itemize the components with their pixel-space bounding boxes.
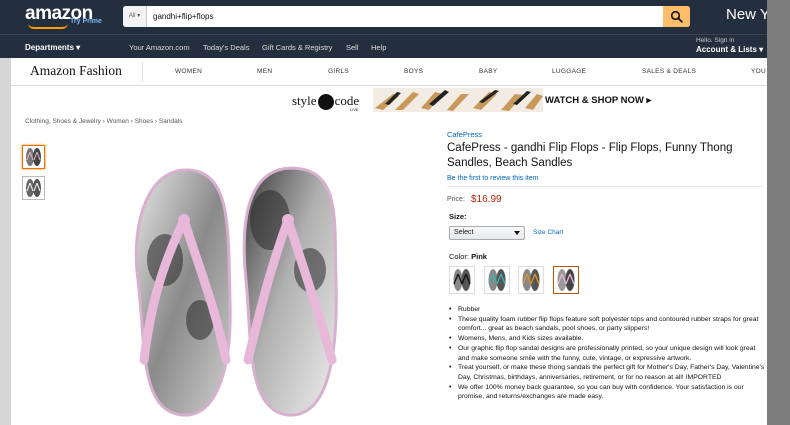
sub-nav-bar: Departments ▾ Your Amazon.com Today's De… [0,34,790,58]
flip-flop-swatch-icon [453,269,471,291]
fashion-nav-baby[interactable]: BABY [479,68,498,75]
product-title: CafePress - gandhi Flip Flops - Flip Flo… [447,142,733,169]
divider [142,62,143,82]
amazon-fashion-logo[interactable]: Amazon Fashion [30,63,122,79]
product-thumbnail-2[interactable] [22,176,45,200]
banner-shoes-image [373,88,543,112]
fashion-nav-girls[interactable]: GIRLS [328,68,349,75]
right-gutter [767,0,790,425]
watch-shop-now-link[interactable]: WATCH & SHOP NOW ▸ [545,95,651,106]
price-value: $16.99 [471,194,502,205]
price-label: Price: [447,196,465,203]
feature-bullet: Rubber [449,305,767,315]
color-swatch-teal[interactable] [484,266,510,294]
feature-bullet: Our graphic flip flop sandal designs are… [449,344,767,363]
departments-menu[interactable]: Departments ▾ [25,43,80,52]
color-swatch-orange[interactable] [518,266,544,294]
feature-bullet: We offer 100% money back guarantee, so y… [449,383,767,402]
search-input[interactable]: gandhi+flip+flops [153,6,214,27]
style-code-circle [317,94,334,111]
feature-bullet: These quality foam rubber flip flops fea… [449,315,767,334]
nav-todays-deals[interactable]: Today's Deals [203,43,249,52]
page: amazon Try Prime All ▾ gandhi+flip+flops… [0,0,790,425]
fashion-nav-luggage[interactable]: LUGGAGE [552,68,586,75]
fashion-nav-you[interactable]: YOU [751,68,766,75]
review-link[interactable]: Be the first to review this item [447,175,538,182]
nav-gift-cards[interactable]: Gift Cards & Registry [262,43,332,52]
fashion-nav-men[interactable]: MEN [257,68,272,75]
fashion-nav-boys[interactable]: BOYS [404,68,423,75]
flip-flop-swatch-icon [522,269,540,291]
caret-down-icon [514,231,520,235]
color-label: Color: Pink [449,252,487,261]
style-code-banner[interactable]: style code LIVE WATCH & SHOP NOW ▸ [11,86,767,114]
fashion-nav-bar: Amazon Fashion WOMEN MEN GIRLS BOYS BABY… [11,58,767,86]
search-category-dropdown[interactable]: All ▾ [123,6,147,27]
fashion-nav-sales-deals[interactable]: SALES & DEALS [642,68,696,75]
search-box[interactable]: All ▾ gandhi+flip+flops [123,6,690,27]
size-label: Size: [449,212,467,221]
size-chart-link[interactable]: Size Chart [533,229,563,236]
chevron-down-icon: ▾ [76,43,81,52]
try-prime-link[interactable]: Try Prime [70,18,102,25]
left-gutter [0,58,11,425]
flip-flop-swatch-icon [557,269,575,291]
search-button[interactable] [663,6,690,27]
size-dropdown[interactable]: Select [449,226,525,240]
chevron-down-icon: ▾ [759,45,764,54]
breadcrumb[interactable]: Clothing, Shoes & Jewelry › Women › Shoe… [25,118,182,125]
feature-bullet: Treat yourself, or make these thong sand… [449,363,767,382]
top-nav-bar: amazon Try Prime All ▾ gandhi+flip+flops… [0,0,790,34]
feature-bullet: Womens, Mens, and Kids sizes available. [449,334,767,344]
feature-bullets: Rubber These quality foam rubber flip fl… [449,305,767,402]
product-thumbnail-1[interactable] [22,145,45,169]
product-main-image[interactable] [120,160,380,420]
divider [447,186,763,187]
search-icon [670,10,683,23]
brand-link[interactable]: CafePress [447,130,482,139]
flip-flop-thumbnail-icon [26,179,41,197]
header-promo-text[interactable]: New Y [726,6,770,23]
color-swatch-black[interactable] [449,266,475,294]
sign-in-greeting[interactable]: Hello. Sign in [696,37,734,44]
flip-flop-thumbnail-icon [26,148,41,166]
fashion-nav-women[interactable]: WOMEN [175,68,202,75]
chevron-right-icon: ▸ [646,95,652,106]
amazon-smile-icon [28,23,68,29]
flip-flop-swatch-icon [488,269,506,291]
color-swatch-pink[interactable] [553,266,579,294]
nav-your-amazon[interactable]: Your Amazon.com [129,43,190,52]
style-code-live: LIVE [350,107,359,112]
account-lists-menu[interactable]: Account & Lists ▾ [696,45,763,54]
nav-sell[interactable]: Sell [346,43,359,52]
nav-help[interactable]: Help [371,43,386,52]
